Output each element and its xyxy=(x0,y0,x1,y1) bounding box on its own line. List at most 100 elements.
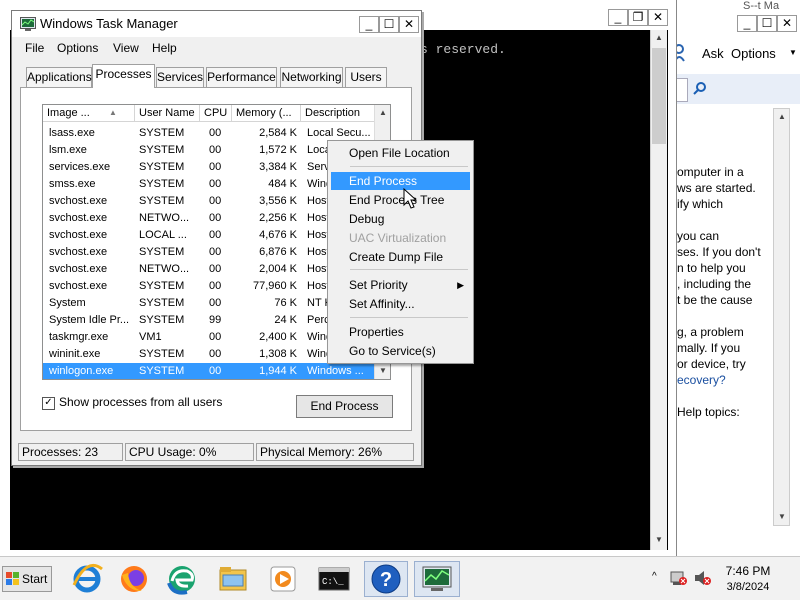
table-row[interactable]: winlogon.exe SYSTEM 00 1,944 K Windows ... xyxy=(43,363,390,379)
cell-image-name: services.exe xyxy=(49,161,111,173)
minimize-icon[interactable]: _ xyxy=(359,16,379,33)
help-window[interactable]: S--t Ma _ ☐ ✕ Ask Options ▼ omputer in a… xyxy=(676,0,800,556)
tab-processes[interactable]: Processes xyxy=(92,64,155,88)
cell-memory: 2,400 K xyxy=(259,331,297,343)
menu-item-uac-virtualization: UAC Virtualization xyxy=(331,229,470,247)
restore-icon[interactable]: ❐ xyxy=(628,9,648,26)
close-icon[interactable]: ✕ xyxy=(399,16,419,33)
task-manager-icon[interactable] xyxy=(414,561,460,597)
console-scrollbar[interactable]: ▲ ▼ xyxy=(650,30,667,550)
task-manager-icon xyxy=(20,17,36,31)
close-icon[interactable]: ✕ xyxy=(777,15,797,32)
column-cpu[interactable]: CPU xyxy=(200,105,232,122)
start-label: Start xyxy=(22,572,48,586)
cell-memory: 6,876 K xyxy=(259,246,297,258)
cell-memory: 76 K xyxy=(274,297,297,309)
end-process-button[interactable]: End Process xyxy=(296,395,393,418)
menu-help[interactable]: Help xyxy=(152,41,177,55)
menu-item-set-priority[interactable]: Set Priority ▶ xyxy=(331,276,470,294)
network-icon[interactable] xyxy=(670,569,688,587)
search-input[interactable] xyxy=(677,78,688,102)
help-icon[interactable]: ? xyxy=(364,561,408,597)
cell-image-name: wininit.exe xyxy=(49,348,101,360)
person-icon[interactable] xyxy=(677,44,687,62)
tab-applications[interactable]: Applications xyxy=(26,67,92,87)
menu-view[interactable]: View xyxy=(113,41,139,55)
window-title: Windows Task Manager xyxy=(40,16,178,31)
svg-text:C:\_: C:\_ xyxy=(322,577,344,587)
help-link[interactable]: ecovery? xyxy=(677,372,726,388)
cell-cpu: 99 xyxy=(209,314,222,326)
menu-separator xyxy=(350,269,468,270)
cell-cpu: 00 xyxy=(209,229,222,241)
edge-icon[interactable] xyxy=(163,561,201,597)
maximize-icon[interactable]: ☐ xyxy=(379,16,399,33)
help-text-line: you can xyxy=(677,229,720,243)
minimize-icon[interactable]: _ xyxy=(608,9,628,26)
column-image-name[interactable]: Image ... ▲ xyxy=(43,105,135,122)
cell-user-name: SYSTEM xyxy=(139,161,185,173)
tab-performance[interactable]: Performance xyxy=(206,67,277,87)
scroll-up-icon[interactable]: ▲ xyxy=(375,105,390,121)
cell-user-name: LOCAL ... xyxy=(139,229,187,241)
checkbox-check-icon[interactable]: ✓ xyxy=(42,397,55,410)
scroll-down-icon[interactable]: ▼ xyxy=(774,509,790,525)
menu-item-label: Open File Location xyxy=(349,146,450,160)
scrollbar-thumb[interactable] xyxy=(652,48,666,144)
menu-item-create-dump-file[interactable]: Create Dump File xyxy=(331,248,470,266)
menu-item-set-affinity[interactable]: Set Affinity... xyxy=(331,295,470,313)
minimize-icon[interactable]: _ xyxy=(737,15,757,32)
firefox-icon[interactable] xyxy=(115,561,153,597)
volume-icon[interactable] xyxy=(694,569,712,587)
show-hidden-icons[interactable]: ^ xyxy=(652,571,657,582)
menu-file[interactable]: File xyxy=(25,41,44,55)
console-text: s reserved. xyxy=(420,42,506,57)
menu-item-end-process-tree[interactable]: End Process Tree xyxy=(331,191,470,209)
help-text-line: t be the cause xyxy=(677,293,753,307)
search-icon[interactable] xyxy=(693,81,707,95)
menu-item-properties[interactable]: Properties xyxy=(331,323,470,341)
menu-item-label: Debug xyxy=(349,212,385,226)
scroll-up-icon[interactable]: ▲ xyxy=(774,109,790,125)
help-scrollbar[interactable]: ▲ ▼ xyxy=(773,108,790,526)
close-icon[interactable]: ✕ xyxy=(648,9,668,26)
ask-button[interactable]: Ask xyxy=(702,46,724,61)
cell-cpu: 00 xyxy=(209,195,222,207)
cell-description: Windows ... xyxy=(307,365,364,377)
tab-users[interactable]: Users xyxy=(345,67,387,87)
options-button[interactable]: Options xyxy=(731,46,776,61)
cell-image-name: lsass.exe xyxy=(49,127,95,139)
file-explorer-icon[interactable] xyxy=(214,561,252,597)
help-text-line: omputer in a xyxy=(677,165,744,179)
status-physical-memory: Physical Memory: 26% xyxy=(256,443,414,461)
help-text-line: mally. If you xyxy=(677,341,741,355)
task-manager-title-bar[interactable]: Windows Task Manager _ ☐ ✕ xyxy=(12,11,421,37)
scroll-up-icon[interactable]: ▲ xyxy=(651,30,667,46)
column-memory[interactable]: Memory (... xyxy=(232,105,301,122)
cell-cpu: 00 xyxy=(209,161,222,173)
tab-services[interactable]: Services xyxy=(156,67,204,87)
scroll-down-icon[interactable]: ▼ xyxy=(375,363,390,379)
column-user-name[interactable]: User Name xyxy=(135,105,200,122)
cell-cpu: 00 xyxy=(209,348,222,360)
maximize-icon[interactable]: ☐ xyxy=(757,15,777,32)
help-search-bar[interactable] xyxy=(677,74,800,104)
menu-options[interactable]: Options xyxy=(57,41,98,55)
clock-date[interactable]: 3/8/2024 xyxy=(720,581,776,593)
tab-networking[interactable]: Networking xyxy=(280,67,343,87)
media-player-icon[interactable] xyxy=(264,561,302,597)
column-description[interactable]: Description xyxy=(301,105,375,122)
menu-item-debug[interactable]: Debug xyxy=(331,210,470,228)
menu-item-end-process[interactable]: End Process xyxy=(331,172,470,190)
windows-logo-icon xyxy=(6,572,19,585)
menu-item-go-to-service-s[interactable]: Go to Service(s) xyxy=(331,342,470,360)
chevron-down-icon[interactable]: ▼ xyxy=(789,48,797,57)
context-menu[interactable]: Open File Location End Process End Process… xyxy=(327,140,474,364)
clock-time[interactable]: 7:46 PM xyxy=(720,564,776,578)
scroll-down-icon[interactable]: ▼ xyxy=(651,532,667,548)
help-text-line: ws are started. xyxy=(677,181,756,195)
menu-item-open-file-location[interactable]: Open File Location xyxy=(331,144,470,162)
start-button[interactable]: Start xyxy=(2,566,52,592)
command-prompt-icon[interactable]: C:\_ xyxy=(315,561,353,597)
internet-explorer-icon[interactable] xyxy=(68,561,106,597)
